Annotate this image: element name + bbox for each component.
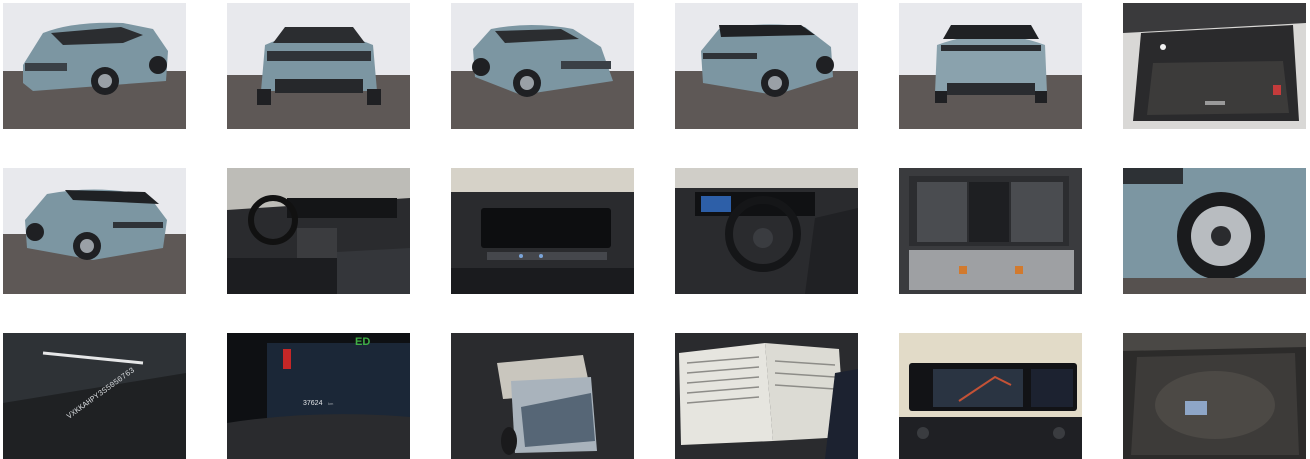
photo-odometer[interactable]: ED 37624 km <box>227 333 410 459</box>
photo-gallery: VXKKAHPY3S5050763 ED 37624 km <box>0 0 1310 459</box>
infotainment-icon <box>451 168 634 294</box>
ed-label: ED <box>355 336 370 348</box>
car-front-left-icon <box>3 3 186 129</box>
photo-exterior-rear-right[interactable] <box>675 3 858 129</box>
photo-rear-seats[interactable] <box>899 168 1082 294</box>
odometer-reading: 37624 <box>303 400 323 407</box>
photo-infotainment[interactable] <box>451 168 634 294</box>
trunk-icon <box>1123 3 1306 129</box>
photo-exterior-front[interactable] <box>227 3 410 129</box>
wheel-icon <box>1123 168 1306 294</box>
photo-exterior-rear[interactable] <box>899 3 1082 129</box>
manual-icon <box>675 333 858 459</box>
steering-wheel-icon <box>675 168 858 294</box>
rear-seats-icon <box>899 168 1082 294</box>
photo-documents-keys[interactable] <box>451 333 634 459</box>
vin-plate-icon: VXKKAHPY3S5050763 <box>3 333 186 459</box>
photo-exterior-front-right[interactable] <box>451 3 634 129</box>
spare-compartment-icon <box>1123 333 1306 459</box>
car-rear-left-icon <box>3 168 186 294</box>
navigation-screen-icon <box>899 333 1082 459</box>
odometer-icon: ED 37624 km <box>227 333 410 459</box>
photo-exterior-rear-left[interactable] <box>3 168 186 294</box>
photo-navigation-screen[interactable] <box>899 333 1082 459</box>
car-rear-right-icon <box>675 3 858 129</box>
photo-owner-manual[interactable] <box>675 333 858 459</box>
car-front-icon <box>227 3 410 129</box>
car-rear-icon <box>899 3 1082 129</box>
documents-keys-icon <box>451 333 634 459</box>
dashboard-icon <box>227 168 410 294</box>
photo-steering-wheel[interactable] <box>675 168 858 294</box>
photo-trunk[interactable] <box>1123 3 1306 129</box>
photo-wheel[interactable] <box>1123 168 1306 294</box>
photo-vin-plate[interactable]: VXKKAHPY3S5050763 <box>3 333 186 459</box>
photo-dashboard[interactable] <box>227 168 410 294</box>
odometer-unit: km <box>328 401 334 406</box>
car-front-right-icon <box>451 3 634 129</box>
photo-exterior-front-left[interactable] <box>3 3 186 129</box>
photo-spare-compartment[interactable] <box>1123 333 1306 459</box>
